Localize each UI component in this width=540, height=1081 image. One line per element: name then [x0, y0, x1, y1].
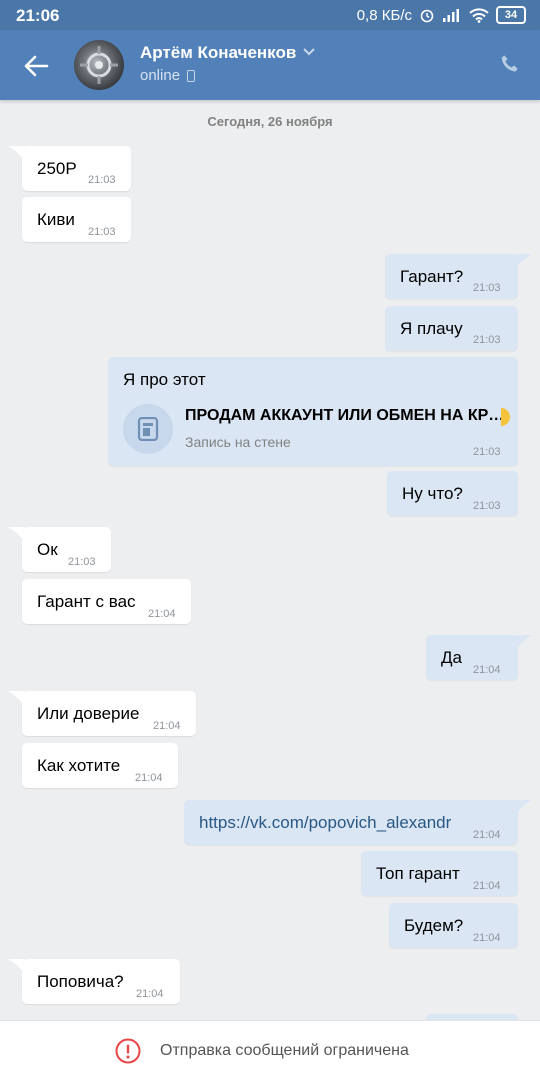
message-outgoing[interactable]: Гарант? 21:03 [385, 254, 518, 299]
restriction-text: Отправка сообщений ограничена [160, 1042, 409, 1059]
presence-text: online [140, 67, 181, 84]
message-text: Будем? [404, 916, 464, 935]
bubble-tail [516, 635, 532, 649]
message-time: 21:03 [473, 446, 501, 458]
emoji-icon [501, 408, 510, 426]
mobile-icon [187, 69, 196, 82]
avatar[interactable] [74, 40, 124, 90]
message-link[interactable]: https://vk.com/popovich_alexandr [199, 812, 451, 834]
message-text: Топ гарант [376, 864, 460, 883]
wifi-icon [469, 7, 489, 23]
wall-post-subtitle: Запись на стене [185, 434, 291, 450]
message-text: Я плачу [400, 319, 463, 338]
message-time: 21:04 [153, 720, 181, 732]
message-text: Или доверие [37, 704, 140, 723]
presence-status: online [140, 67, 196, 84]
bubble-tail [516, 800, 532, 814]
signal-icon [443, 8, 459, 22]
message-time: 21:03 [88, 226, 116, 238]
message-incoming[interactable]: Поповича? 21:04 [22, 959, 180, 1004]
message-text: 250Р [37, 159, 77, 178]
message-time: 21:04 [473, 829, 501, 841]
bubble-tail [8, 527, 24, 541]
wall-post-title: ПРОДАМ АККАУНТ ИЛИ ОБМЕН НА КР… [185, 407, 505, 424]
date-separator: Сегодня, 26 ноября [207, 114, 333, 129]
message-outgoing-with-post[interactable]: Я про этот ПРОДАМ АККАУНТ ИЛИ ОБМЕН НА К… [108, 357, 518, 466]
message-outgoing[interactable]: Будем? 21:04 [389, 903, 518, 948]
bubble-tail [516, 254, 532, 268]
message-time: 21:04 [136, 988, 164, 1000]
message-time: 21:04 [473, 880, 501, 892]
message-text: Ну что? [402, 484, 463, 503]
message-incoming[interactable]: Или доверие 21:04 [22, 691, 196, 736]
message-outgoing[interactable]: Ну что? 21:03 [387, 471, 518, 516]
message-time: 21:03 [68, 556, 96, 568]
message-time: 21:03 [473, 334, 501, 346]
message-text: Да [441, 648, 462, 667]
network-speed: 0,8 КБ/с [356, 6, 412, 24]
message-time: 21:04 [135, 772, 163, 784]
message-time: 21:03 [88, 174, 116, 186]
message-time: 21:04 [148, 608, 176, 620]
message-time: 21:04 [473, 664, 501, 676]
message-text: Я про этот [123, 370, 206, 389]
message-text: Как хотите [37, 756, 121, 775]
bubble-tail [8, 691, 24, 705]
bubble-tail [8, 959, 24, 973]
avatar-image [80, 46, 118, 84]
battery-icon: 34 [496, 6, 526, 24]
message-outgoing[interactable]: https://vk.com/popovich_alexandr 21:04 [184, 800, 518, 845]
message-incoming[interactable]: Ок 21:03 [22, 527, 111, 572]
chat-header: Артём Коначенков online [0, 30, 540, 100]
status-right-group: 0,8 КБ/с 34 [357, 6, 526, 24]
warning-icon [115, 1038, 141, 1064]
status-bar: 21:06 0,8 КБ/с 34 [0, 0, 540, 30]
message-outgoing[interactable]: Топ гарант 21:04 [361, 851, 518, 896]
message-text: Гарант с вас [37, 592, 136, 611]
bubble-tail [8, 146, 24, 160]
status-time: 21:06 [16, 6, 60, 25]
message-outgoing[interactable]: Я плачу 21:03 [385, 306, 518, 351]
alarm-icon [420, 9, 434, 23]
contact-name[interactable]: Артём Коначенков [140, 43, 296, 63]
wall-post-icon [123, 404, 173, 454]
message-incoming[interactable]: Как хотите 21:04 [22, 743, 178, 788]
message-time: 21:04 [473, 932, 501, 944]
message-incoming[interactable]: 250Р 21:03 [22, 146, 131, 191]
message-text: Гарант? [400, 267, 464, 286]
back-arrow-icon[interactable] [22, 52, 50, 80]
phone-icon[interactable] [498, 52, 522, 76]
chevron-down-icon[interactable] [302, 47, 316, 57]
message-incoming[interactable]: Гарант с вас 21:04 [22, 579, 191, 624]
messaging-restricted-bar: Отправка сообщений ограничена [0, 1020, 540, 1081]
message-time: 21:03 [473, 282, 501, 294]
message-outgoing[interactable]: Да 21:04 [426, 635, 518, 680]
message-text: Киви [37, 210, 75, 229]
message-text: Поповича? [37, 972, 124, 991]
message-text: Ок [37, 540, 58, 559]
message-incoming[interactable]: Киви 21:03 [22, 197, 131, 242]
message-time: 21:03 [473, 500, 501, 512]
